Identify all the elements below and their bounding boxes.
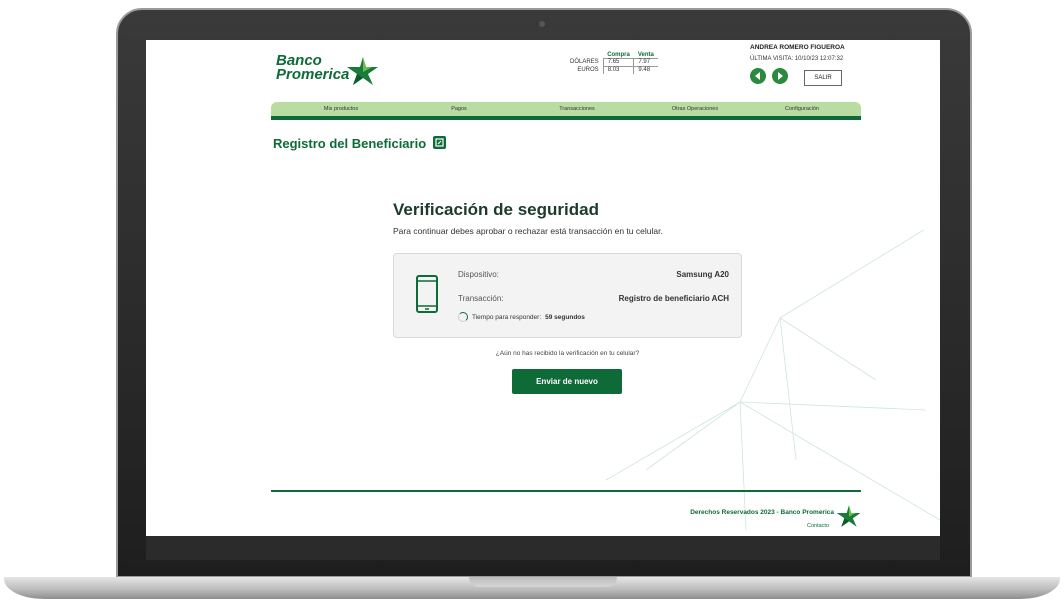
rates-label: EUROS bbox=[577, 66, 599, 73]
star-logo-icon bbox=[836, 505, 861, 527]
user-info: ANDREA ROMERO FIGUEROA ÚLTIMA VISITA: 10… bbox=[750, 44, 940, 86]
verification-card: Dispositivo: Samsung A20 Transacción: Re… bbox=[393, 253, 742, 338]
not-received-text: ¿Aún no has recibido la verificación en … bbox=[495, 350, 640, 357]
star-logo-icon bbox=[347, 57, 378, 85]
timer-label: Tiempo para responder: bbox=[472, 313, 542, 321]
timer-value: 59 segundos bbox=[545, 313, 585, 321]
footer-rights: Derechos Reservados 2023 - Banco Promeri… bbox=[690, 509, 834, 516]
screen-bezel-bottom bbox=[146, 536, 940, 560]
rates-header-buy: Compra bbox=[607, 52, 630, 58]
rates-label: DÓLARES bbox=[570, 59, 599, 65]
verification-title: Verificación de seguridad bbox=[393, 200, 599, 219]
contact-link[interactable]: Contacto bbox=[566, 523, 829, 529]
footer-divider bbox=[271, 490, 861, 492]
page-title: Registro del Beneficiario bbox=[273, 136, 427, 151]
camera-icon bbox=[539, 21, 545, 27]
exchange-rates: Compra Venta DÓLARES 7.65 7.97 EUROS 8.0… bbox=[566, 52, 658, 74]
transaction-label: Transacción: bbox=[458, 294, 504, 303]
brand-line2: Promerica bbox=[276, 66, 350, 83]
arrow-left-icon bbox=[755, 72, 760, 80]
device-value: Samsung A20 bbox=[676, 270, 729, 279]
rates-sell: 9.48 bbox=[633, 66, 658, 74]
brand-logo[interactable]: Banco Promerica bbox=[276, 52, 386, 92]
device-label: Dispositivo: bbox=[458, 270, 499, 279]
timer-icon bbox=[458, 312, 468, 322]
last-visit: ÚLTIMA VISITA: 10/10/23 12:07:32 bbox=[750, 56, 940, 62]
rates-buy: 8.03 bbox=[602, 66, 634, 74]
info-icon[interactable] bbox=[433, 136, 446, 149]
back-button[interactable] bbox=[750, 68, 766, 84]
rates-row: DÓLARES 7.65 7.97 bbox=[566, 58, 658, 67]
forward-button[interactable] bbox=[772, 68, 788, 84]
resend-button[interactable]: Enviar de nuevo bbox=[512, 369, 622, 394]
rates-buy: 7.65 bbox=[602, 58, 634, 67]
nav-divider bbox=[271, 116, 861, 120]
verification-subtitle: Para continuar debes aprobar o rechazar … bbox=[393, 226, 663, 236]
main-nav-tabs: Mis productos Pagos Transacciones Otras … bbox=[271, 102, 861, 116]
tab-configuracion[interactable]: Configuración bbox=[743, 102, 861, 116]
screen: Banco Promerica Compra Venta DÓLARES 7.6… bbox=[146, 40, 940, 536]
transaction-value: Registro de beneficiario ACH bbox=[618, 294, 729, 303]
phone-icon bbox=[416, 275, 438, 313]
last-visit-value: 10/10/23 12:07:32 bbox=[794, 56, 844, 62]
laptop-notch bbox=[469, 577, 617, 587]
response-timer: Tiempo para responder: 59 segundos bbox=[458, 312, 585, 322]
user-name: ANDREA ROMERO FIGUEROA bbox=[750, 44, 845, 51]
logout-button[interactable]: SALIR bbox=[804, 70, 842, 86]
rates-row: EUROS 8.03 9.48 bbox=[566, 66, 658, 74]
last-visit-label: ÚLTIMA VISITA: bbox=[750, 56, 794, 62]
rates-sell: 7.97 bbox=[633, 58, 658, 67]
arrow-right-icon bbox=[778, 72, 783, 80]
